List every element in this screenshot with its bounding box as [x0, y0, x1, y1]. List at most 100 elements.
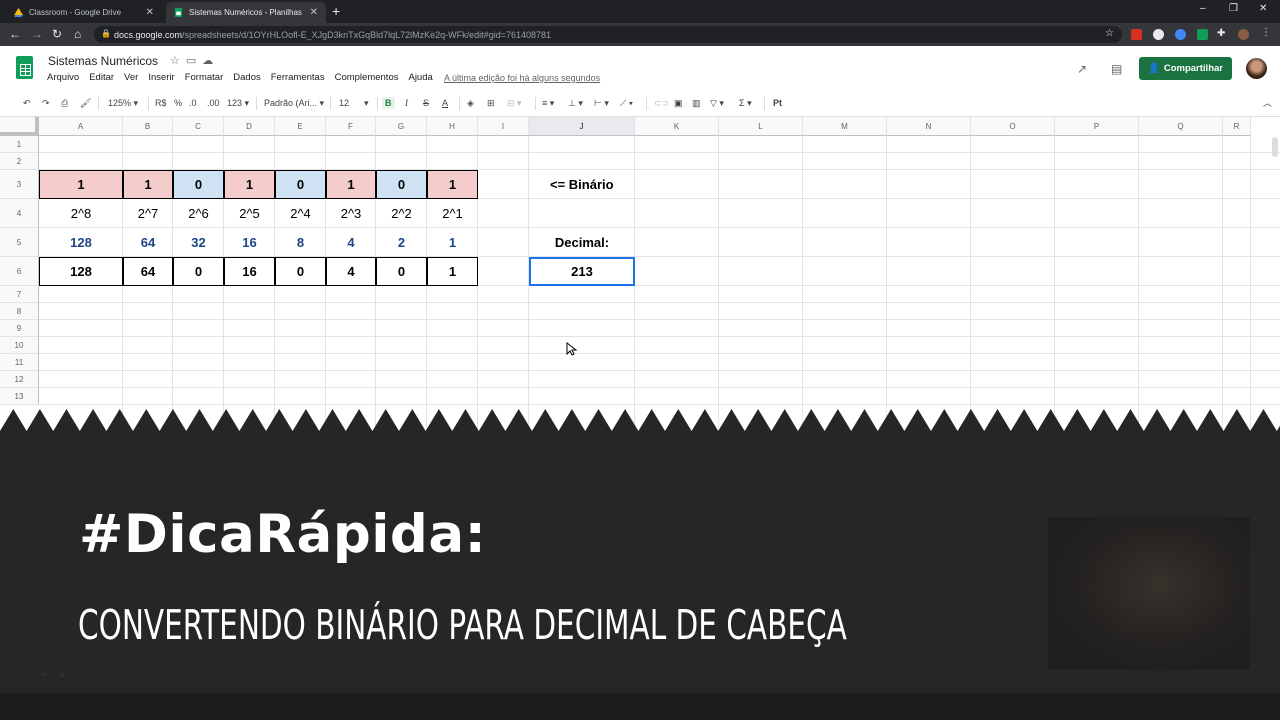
print-icon[interactable]: ⎙ [61, 97, 68, 109]
puzzle-icon[interactable]: ✚ [1217, 28, 1228, 39]
comments-icon[interactable]: ▤ [1111, 62, 1122, 76]
binary-digit-cell[interactable]: 1 [326, 170, 376, 199]
horizontal-align-icon[interactable]: ≡ ▾ [542, 97, 554, 109]
column-header-e[interactable]: E [275, 117, 326, 136]
zoom-select[interactable]: 125% ▾ [108, 97, 138, 109]
merge-cells-icon[interactable]: ⊟ ▾ [507, 97, 522, 109]
product-cell[interactable]: 128 [39, 257, 123, 286]
row-header-4[interactable]: 4 [0, 199, 39, 228]
sheets-logo-icon[interactable] [16, 56, 33, 79]
extension-icon[interactable] [1153, 29, 1164, 40]
activity-trend-icon[interactable]: ↗ [1077, 62, 1087, 76]
star-icon[interactable]: ☆ [170, 55, 186, 67]
adblock-extension-icon[interactable] [1131, 29, 1142, 40]
power-cell[interactable]: 2^4 [275, 199, 326, 228]
menu-ajuda[interactable]: Ajuda [408, 72, 432, 83]
restore-icon[interactable]: ❐ [1229, 3, 1238, 14]
weight-cell[interactable]: 128 [39, 228, 123, 257]
text-color-button[interactable]: A [442, 97, 448, 109]
row-header-5[interactable]: 5 [0, 228, 39, 257]
tab-classroom[interactable]: Classroom - Google Drive ✕ [6, 2, 162, 23]
row-header-2[interactable]: 2 [0, 153, 39, 170]
bold-button[interactable]: B [382, 97, 395, 109]
tab-sistemas-numericos[interactable]: Sistemas Numéricos - Planilhas G ✕ [166, 2, 326, 23]
insert-chart-icon[interactable]: ▥ [692, 97, 701, 109]
column-header-b[interactable]: B [123, 117, 173, 136]
power-cell[interactable]: 2^2 [376, 199, 427, 228]
weight-cell[interactable]: 4 [326, 228, 376, 257]
decimal-label-cell[interactable]: Decimal: [529, 228, 635, 257]
product-cell[interactable]: 64 [123, 257, 173, 286]
row-header-3[interactable]: 3 [0, 170, 39, 199]
insert-comment-icon[interactable]: ▣ [674, 97, 683, 109]
row-header-6[interactable]: 6 [0, 257, 39, 286]
power-cell[interactable]: 2^6 [173, 199, 224, 228]
column-header-o[interactable]: O [971, 117, 1055, 136]
menu-arquivo[interactable]: Arquivo [47, 72, 79, 83]
star-icon[interactable]: ☆ [1105, 28, 1114, 39]
product-cell[interactable]: 4 [326, 257, 376, 286]
binary-digit-cell[interactable]: 1 [123, 170, 173, 199]
forward-icon[interactable]: → [31, 27, 43, 41]
italic-button[interactable]: I [405, 97, 408, 109]
binary-digit-cell[interactable]: 0 [173, 170, 224, 199]
column-header-p[interactable]: P [1055, 117, 1139, 136]
increase-decimal-button[interactable]: .00 [207, 97, 220, 109]
insert-link-icon[interactable]: ⊂⊃ [654, 97, 669, 109]
last-edit-status[interactable]: A última edição foi há alguns segundos [444, 73, 600, 83]
close-icon[interactable]: ✕ [146, 7, 154, 18]
row-header-10[interactable]: 10 [0, 337, 39, 354]
weight-cell[interactable]: 32 [173, 228, 224, 257]
product-cell[interactable]: 0 [376, 257, 427, 286]
column-header-m[interactable]: M [803, 117, 887, 136]
select-all-corner[interactable] [0, 117, 39, 136]
product-cell[interactable]: 1 [427, 257, 478, 286]
font-select[interactable]: Padrão (Ari... ▾ [264, 97, 324, 109]
column-header-l[interactable]: L [719, 117, 803, 136]
power-cell[interactable]: 2^5 [224, 199, 275, 228]
row-header-12[interactable]: 12 [0, 371, 39, 388]
weight-cell[interactable]: 8 [275, 228, 326, 257]
column-header-r[interactable]: R [1223, 117, 1251, 136]
close-icon[interactable]: ✕ [310, 7, 318, 18]
redo-icon[interactable]: ↷ [42, 97, 50, 109]
collapse-toolbar-icon[interactable]: ︿ [1263, 97, 1272, 109]
binary-digit-cell[interactable]: 0 [275, 170, 326, 199]
row-header-8[interactable]: 8 [0, 303, 39, 320]
more-menu-icon[interactable]: ⋮ [1261, 27, 1272, 38]
column-header-n[interactable]: N [887, 117, 971, 136]
column-header-i[interactable]: I [478, 117, 529, 136]
column-header-k[interactable]: K [635, 117, 719, 136]
menu-complementos[interactable]: Complementos [335, 72, 399, 83]
product-cell[interactable]: 16 [224, 257, 275, 286]
text-rotation-icon[interactable]: ⟋ ▾ [620, 97, 633, 109]
close-window-icon[interactable]: ✕ [1259, 3, 1267, 14]
row-header-1[interactable]: 1 [0, 136, 39, 153]
binary-digit-cell[interactable]: 1 [224, 170, 275, 199]
new-tab-icon[interactable]: + [332, 3, 340, 19]
share-button[interactable]: 👤 Compartilhar [1139, 57, 1232, 80]
minimize-icon[interactable]: – [1200, 3, 1206, 14]
input-tools-icon[interactable]: Pt [773, 97, 782, 109]
menu-inserir[interactable]: Inserir [148, 72, 174, 83]
binary-digit-cell[interactable]: 1 [427, 170, 478, 199]
power-cell[interactable]: 2^7 [123, 199, 173, 228]
row-header-7[interactable]: 7 [0, 286, 39, 303]
profile-avatar[interactable] [1238, 29, 1249, 40]
back-icon[interactable]: ← [9, 27, 21, 41]
menu-ver[interactable]: Ver [124, 72, 138, 83]
weight-cell[interactable]: 64 [123, 228, 173, 257]
column-header-a[interactable]: A [39, 117, 123, 136]
product-cell[interactable]: 0 [275, 257, 326, 286]
menu-formatar[interactable]: Formatar [185, 72, 224, 83]
percent-button[interactable]: % [174, 97, 182, 109]
fill-color-icon[interactable]: ◈ [467, 97, 474, 109]
document-title[interactable]: Sistemas Numéricos [48, 54, 158, 68]
menu-editar[interactable]: Editar [89, 72, 114, 83]
menu-dados[interactable]: Dados [233, 72, 260, 83]
column-header-h[interactable]: H [427, 117, 478, 136]
menu-ferramentas[interactable]: Ferramentas [271, 72, 325, 83]
reload-icon[interactable]: ↻ [52, 27, 62, 41]
undo-icon[interactable]: ↶ [23, 97, 31, 109]
binary-label-cell[interactable]: <= Binário [529, 170, 635, 199]
